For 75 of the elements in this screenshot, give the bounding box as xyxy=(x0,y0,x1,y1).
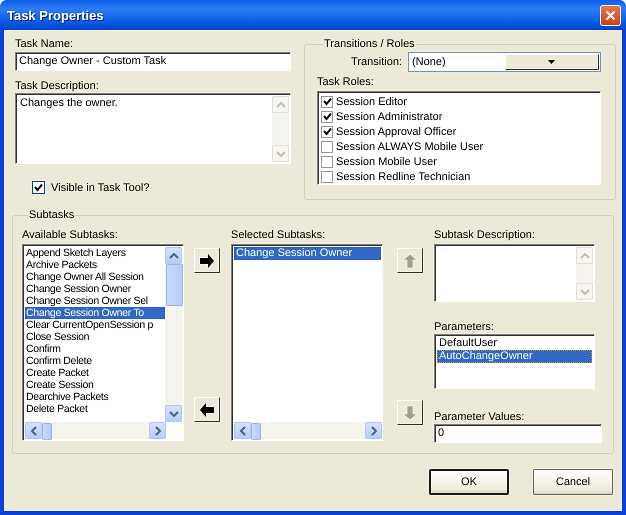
field-label: Selected Subtasks: xyxy=(231,229,326,242)
list-item[interactable]: Change Session Owner xyxy=(234,247,381,260)
field-label: Transition: xyxy=(351,56,402,68)
field-label: Task Roles: xyxy=(317,76,375,89)
checkbox-label: Visible in Task Tool? xyxy=(51,182,150,194)
checkbox[interactable] xyxy=(321,140,333,152)
checkbox[interactable] xyxy=(321,96,333,108)
field-label: Task Description: xyxy=(15,80,100,93)
role-label: Session Approval Officer xyxy=(336,126,456,138)
list-item[interactable]: Create Packet xyxy=(25,367,165,379)
scroll-right-icon[interactable] xyxy=(154,426,160,436)
transition-dropdown[interactable]: (None) xyxy=(408,52,601,72)
list-item[interactable]: Change Session Owner Sel xyxy=(25,295,165,307)
parameters-list[interactable]: DefaultUser AutoChangeOwner xyxy=(434,334,595,389)
field-label: Available Subtasks: xyxy=(22,229,119,242)
list-item[interactable]: Change Owner All Session xyxy=(25,271,165,283)
list-item[interactable]: Confirm Delete xyxy=(25,355,165,367)
list-item[interactable]: Delete Packet xyxy=(25,403,165,415)
scroll-thumb[interactable] xyxy=(42,423,52,440)
horizontal-scrollbar[interactable] xyxy=(25,422,166,439)
up-arrow-icon xyxy=(401,252,419,270)
dialog-button[interactable]: Cancel xyxy=(533,469,613,495)
horizontal-scrollbar[interactable] xyxy=(234,422,382,439)
close-icon xyxy=(605,10,616,20)
role-label: Session Mobile User xyxy=(336,156,437,168)
caret-icon xyxy=(548,60,556,64)
checkbox[interactable] xyxy=(321,156,333,168)
list-item[interactable]: DefaultUser xyxy=(437,337,592,350)
checkbox[interactable] xyxy=(32,181,45,194)
selected-subtasks-list[interactable]: Change Session Owner xyxy=(231,244,383,441)
right-arrow-button[interactable] xyxy=(194,248,220,273)
parameter-values-field[interactable]: 0 xyxy=(434,424,602,443)
role-label: Session ALWAYS Mobile User xyxy=(336,140,484,152)
role-label: Session Editor xyxy=(336,96,407,108)
role-label: Session Administrator xyxy=(336,110,442,122)
checkbox[interactable] xyxy=(321,126,333,138)
group-title: Subtasks xyxy=(28,209,76,222)
field-label: Subtask Description: xyxy=(434,229,536,242)
left-arrow-button[interactable] xyxy=(194,397,220,422)
scroll-thumb[interactable] xyxy=(166,264,183,306)
field-label: Parameter Values: xyxy=(434,411,526,424)
checkbox[interactable] xyxy=(321,170,333,182)
task-name-field[interactable]: Change Owner - Custom Task xyxy=(15,52,291,71)
available-subtasks-list[interactable] xyxy=(22,244,184,441)
dialog-button[interactable]: OK xyxy=(429,469,509,495)
list-item[interactable]: Confirm xyxy=(25,343,165,355)
down-arrow-icon xyxy=(401,404,419,422)
scroll-thumb[interactable] xyxy=(251,423,261,440)
group-title: Transitions / Roles xyxy=(323,38,416,51)
list-item[interactable]: Clear CurrentOpenSession p xyxy=(25,319,165,331)
list-item[interactable]: Create Session xyxy=(25,379,165,391)
list-item[interactable]: Archive Packets xyxy=(25,259,165,271)
vertical-scrollbar[interactable] xyxy=(165,247,182,422)
list-item[interactable]: Change Session Owner xyxy=(25,283,165,295)
scroll-down-icon[interactable] xyxy=(168,410,178,416)
right-arrow-icon xyxy=(198,252,216,270)
list-item[interactable]: Dearchive Packets xyxy=(25,391,165,403)
window-title: Task Properties xyxy=(7,8,105,22)
field-label: Parameters: xyxy=(434,321,495,334)
task-roles-list[interactable]: Session Editor Session Administrator Session Approval Officer Session ALWAYS Mobile User Session Mobile User Session Redline Technician xyxy=(317,91,601,185)
field-label: Task Name: xyxy=(15,38,74,51)
role-label: Session Redline Technician xyxy=(336,170,470,182)
left-arrow-icon xyxy=(198,400,216,418)
scroll-left-icon[interactable] xyxy=(30,426,36,436)
list-item[interactable]: AutoChangeOwner xyxy=(437,350,592,363)
subtask-description-field[interactable] xyxy=(434,244,595,302)
list-item[interactable]: Append Sketch Layers xyxy=(25,247,165,259)
task-description-field[interactable]: Changes the owner. xyxy=(15,93,291,164)
checkbox[interactable] xyxy=(321,110,333,122)
close-button[interactable] xyxy=(600,4,621,26)
scroll-up-icon[interactable] xyxy=(168,252,178,258)
scroll-right-icon[interactable] xyxy=(370,426,376,436)
list-item[interactable]: Close Session xyxy=(25,331,165,343)
scroll-left-icon[interactable] xyxy=(240,426,246,436)
list-item[interactable]: Change Session Owner To xyxy=(25,307,165,319)
